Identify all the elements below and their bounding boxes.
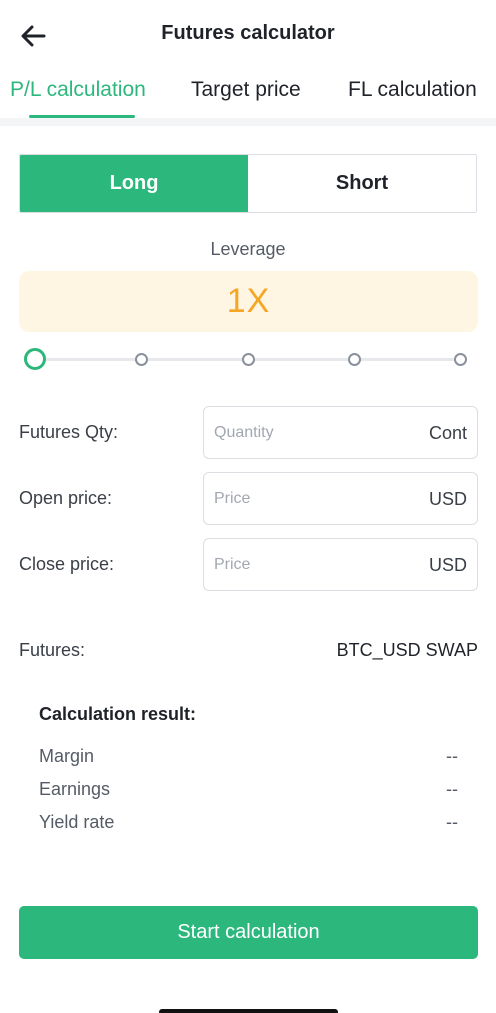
close-price-label: Close price: <box>19 554 115 574</box>
close-price-row: Close price: USD <box>19 538 478 592</box>
leverage-value: 1X <box>19 271 478 332</box>
slider-stop-3[interactable] <box>242 353 255 366</box>
yield-rate-row: Yield rate -- <box>39 812 458 836</box>
start-calculation-button[interactable]: Start calculation <box>19 906 478 959</box>
futures-qty-unit: Cont <box>428 423 467 443</box>
open-price-field[interactable]: USD <box>203 472 478 525</box>
short-button[interactable]: Short <box>248 155 476 212</box>
slider-stop-2[interactable] <box>135 353 148 366</box>
margin-label: Margin <box>39 746 95 766</box>
slider-stop-1[interactable] <box>24 348 46 370</box>
futures-value: BTC_USD SWAP <box>336 640 478 660</box>
earnings-label: Earnings <box>39 779 111 799</box>
page-title: Futures calculator <box>161 22 335 44</box>
futures-qty-field[interactable]: Cont <box>203 406 478 459</box>
tab-bar: P/L calculation Target price FL calculat… <box>0 72 496 118</box>
tab-target-price[interactable]: Target price <box>191 78 301 102</box>
close-price-input[interactable] <box>214 539 404 590</box>
tab-pl-calculation[interactable]: P/L calculation <box>10 78 146 102</box>
direction-toggle: Long Short <box>19 154 477 213</box>
futures-label: Futures: <box>19 640 86 660</box>
open-price-row: Open price: USD <box>19 472 478 526</box>
slider-stop-5[interactable] <box>454 353 467 366</box>
yield-rate-label: Yield rate <box>39 812 115 832</box>
futures-qty-label: Futures Qty: <box>19 422 119 442</box>
open-price-input[interactable] <box>214 473 404 524</box>
leverage-slider[interactable] <box>24 346 470 372</box>
leverage-label: Leverage <box>210 239 286 259</box>
futures-qty-input[interactable] <box>214 407 404 458</box>
long-button[interactable]: Long <box>20 155 248 212</box>
close-price-field[interactable]: USD <box>203 538 478 591</box>
result-title: Calculation result: <box>39 704 197 724</box>
margin-value: -- <box>446 746 458 766</box>
futures-qty-row: Futures Qty: Cont <box>19 406 478 460</box>
futures-row: Futures: BTC_USD SWAP <box>19 640 478 664</box>
tab-fl-calculation[interactable]: FL calculation <box>348 78 477 102</box>
open-price-unit: USD <box>428 489 467 509</box>
close-price-unit: USD <box>428 555 467 575</box>
earnings-value: -- <box>446 779 458 799</box>
yield-rate-value: -- <box>446 812 458 832</box>
section-divider <box>0 118 496 126</box>
slider-stop-4[interactable] <box>348 353 361 366</box>
open-price-label: Open price: <box>19 488 113 508</box>
margin-row: Margin -- <box>39 746 458 770</box>
earnings-row: Earnings -- <box>39 779 458 803</box>
home-indicator <box>159 1009 338 1013</box>
header: Futures calculator <box>0 0 496 70</box>
